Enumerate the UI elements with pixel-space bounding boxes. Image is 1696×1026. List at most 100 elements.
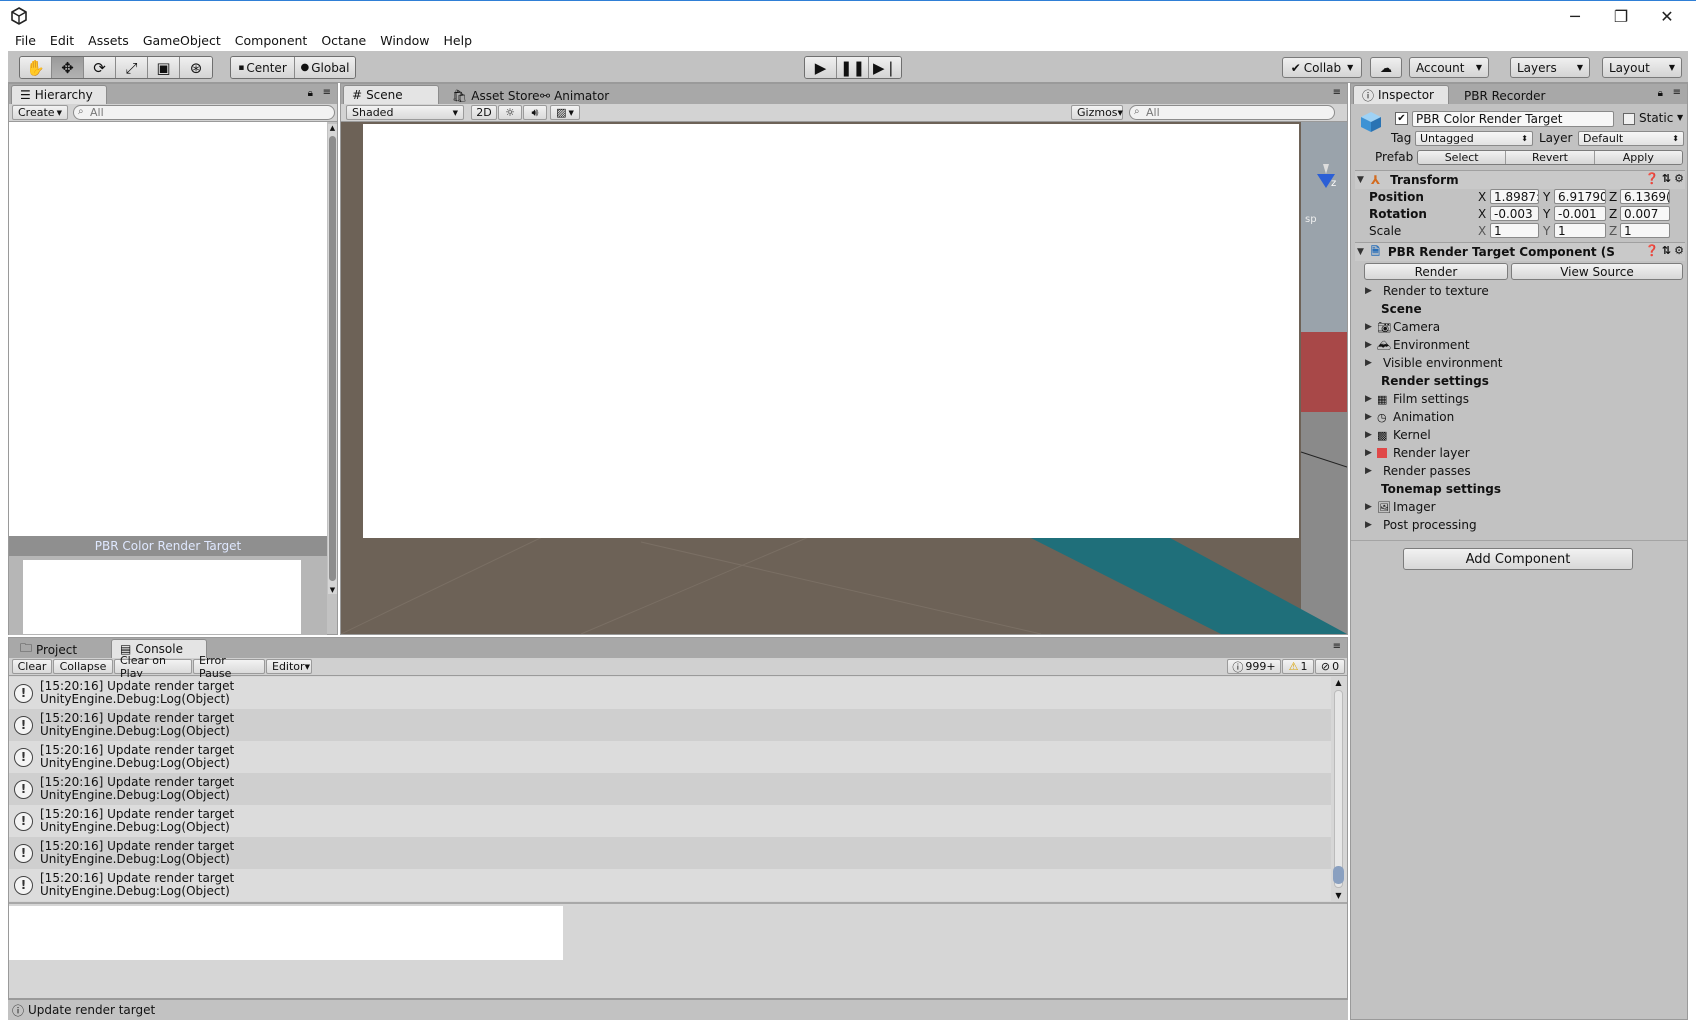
foldout-imager[interactable]: ▶ 🖼︎ Imager [1365,498,1683,516]
rotation-x-field[interactable]: -0.003 [1490,206,1539,221]
hierarchy-scrollbar[interactable]: ▲ ▼ [328,124,337,594]
pivot-center-button[interactable]: ▪ Center [231,57,295,78]
error-count-toggle[interactable]: ⊘ 0 [1315,659,1345,674]
tab-scene[interactable]: # Scene [343,85,439,104]
minimize-button[interactable]: ─ [1552,1,1598,31]
editor-dropdown[interactable]: Editor ▼ [266,659,312,674]
foldout-render-passes[interactable]: ▶ Render passes [1365,462,1683,480]
console-splitter[interactable] [9,902,1347,904]
2d-toggle[interactable]: 2D [471,105,497,120]
create-dropdown[interactable]: Create ▼ [12,105,68,120]
clear-on-play-toggle[interactable]: Clear on Play [114,654,192,680]
active-checkbox[interactable]: ✔ [1395,112,1408,125]
error-pause-toggle[interactable]: Error Pause [193,654,265,680]
list-item[interactable]: ! [15:20:16] Update render target UnityEng… [9,773,1331,805]
layer-dropdown[interactable]: Default ⬍ [1578,131,1684,146]
layers-dropdown[interactable]: Layers ▼ [1510,57,1590,78]
scroll-down-icon[interactable]: ▼ [1332,891,1345,900]
warning-count-toggle[interactable]: ⚠ 1 [1282,659,1314,674]
list-item[interactable]: ! [15:20:16] Update render target UnityEng… [9,741,1331,773]
effects-dropdown[interactable]: ▨ ▼ [550,105,580,120]
menu-octane[interactable]: Octane [314,33,373,48]
foldout-render-to-texture[interactable]: ▶ Render to texture [1365,282,1683,300]
collab-dropdown[interactable]: ✔ Collab ▼ [1282,57,1362,78]
prefab-revert-button[interactable]: Revert [1506,151,1595,164]
prefab-apply-button[interactable]: Apply [1594,151,1682,164]
preset-icon[interactable]: ⇅ [1662,172,1671,185]
list-item[interactable]: ! [15:20:16] Update render target UnityEng… [9,805,1331,837]
rotation-z-field[interactable]: 0.007 [1620,206,1670,221]
list-item[interactable]: ! [15:20:16] Update render target UnityEng… [9,677,1331,709]
transform-tool-icon[interactable]: ⊛ [180,57,212,78]
hand-tool-icon[interactable]: ✋ [20,57,52,78]
static-checkbox[interactable] [1623,113,1635,125]
view-source-button[interactable]: View Source [1511,263,1683,280]
scene-viewport[interactable]: z sp [341,122,1347,634]
cloud-button[interactable]: ☁ [1370,57,1402,78]
hierarchy-search-input[interactable]: ⌕ All [73,105,335,120]
foldout-open-icon[interactable]: ▼ [1357,247,1367,257]
tab-hierarchy[interactable]: ☰ Hierarchy [11,85,107,104]
list-item[interactable]: ! [15:20:16] Update render target UnityEng… [9,709,1331,741]
foldout-film-settings[interactable]: ▶ ▦ Film settings [1365,390,1683,408]
rotate-tool-icon[interactable]: ⟳ [84,57,116,78]
account-dropdown[interactable]: Account ▼ [1409,57,1489,78]
scale-y-field[interactable]: 1 [1554,223,1606,238]
log-count-toggle[interactable]: ⓘ 999+ [1227,659,1281,674]
menu-component[interactable]: Component [228,33,315,48]
object-name-input[interactable]: PBR Color Render Target [1412,111,1614,127]
scene-search-input[interactable]: ⌕ All [1129,105,1335,120]
collapse-toggle[interactable]: Collapse [53,659,113,674]
panel-menu-icon[interactable]: ≡ [323,87,331,98]
menu-window[interactable]: Window [373,33,436,48]
tab-inspector[interactable]: ⓘ Inspector [1353,85,1449,104]
foldout-animation[interactable]: ▶ ◷ Animation [1365,408,1683,426]
lock-icon[interactable]: 🔒︎ [308,88,313,99]
list-item[interactable]: ! [15:20:16] Update render target UnityEng… [9,869,1331,901]
rect-tool-icon[interactable]: ▣ [148,57,180,78]
preset-icon[interactable]: ⇅ [1662,244,1671,257]
chevron-down-icon[interactable]: ▼ [1677,113,1683,122]
tag-dropdown[interactable]: Untagged ⬍ [1415,131,1533,146]
menu-gameobject[interactable]: GameObject [136,33,228,48]
position-z-field[interactable]: 6.1369( [1620,189,1670,204]
position-x-field[interactable]: 1.8987: [1490,189,1539,204]
console-detail-area[interactable] [9,906,563,960]
foldout-camera[interactable]: ▶ 📷︎ Camera [1365,318,1683,336]
panel-menu-icon[interactable]: ≡ [1333,641,1341,652]
help-icon[interactable]: ❓ [1645,172,1659,185]
menu-edit[interactable]: Edit [43,33,81,48]
move-tool-icon[interactable]: ✥ [52,57,84,78]
menu-file[interactable]: File [8,33,43,48]
play-button[interactable]: ▶ [805,57,837,78]
scroll-up-icon[interactable]: ▲ [328,124,337,132]
lock-icon[interactable]: 🔒︎ [1658,88,1663,99]
space-global-button[interactable]: ● Global [295,57,355,78]
prefab-select-button[interactable]: Select [1418,151,1507,164]
clear-button[interactable]: Clear [12,659,52,674]
position-y-field[interactable]: 6.91790 [1554,189,1606,204]
panel-menu-icon[interactable]: ≡ [1673,87,1681,98]
hierarchy-scroll-thumb[interactable] [329,136,336,581]
tab-animator[interactable]: ⚯ Animator [531,86,618,104]
orientation-gizmo-icon[interactable] [1311,162,1341,192]
console-log-list[interactable]: ! [15:20:16] Update render target UnityEng… [9,677,1331,901]
foldout-post-processing[interactable]: ▶ Post processing [1365,516,1683,534]
scroll-up-icon[interactable]: ▲ [1332,678,1345,687]
foldout-visible-environment[interactable]: ▶ Visible environment [1365,354,1683,372]
scale-z-field[interactable]: 1 [1620,223,1670,238]
foldout-environment[interactable]: ▶ 🗻︎ Environment [1365,336,1683,354]
gear-icon[interactable]: ⚙ [1674,244,1684,257]
pause-button[interactable]: ❚❚ [837,57,869,78]
tab-project[interactable]: 🗀 Project [11,640,107,658]
add-component-button[interactable]: Add Component [1403,548,1633,570]
pbr-component-header[interactable]: ▼ 🗎 PBR Render Target Component (S ❓ ⇅ ⚙ [1355,242,1685,261]
foldout-kernel[interactable]: ▶ ▩ Kernel [1365,426,1683,444]
scale-tool-icon[interactable]: ⤢ [116,57,148,78]
list-item[interactable]: ! [15:20:16] Update render target UnityEng… [9,837,1331,869]
console-scroll-thumb[interactable] [1333,866,1344,884]
foldout-open-icon[interactable]: ▼ [1357,175,1367,185]
panel-menu-icon[interactable]: ≡ [1333,87,1341,98]
layout-dropdown[interactable]: Layout ▼ [1602,57,1682,78]
step-button[interactable]: ▶❘ [869,57,901,78]
